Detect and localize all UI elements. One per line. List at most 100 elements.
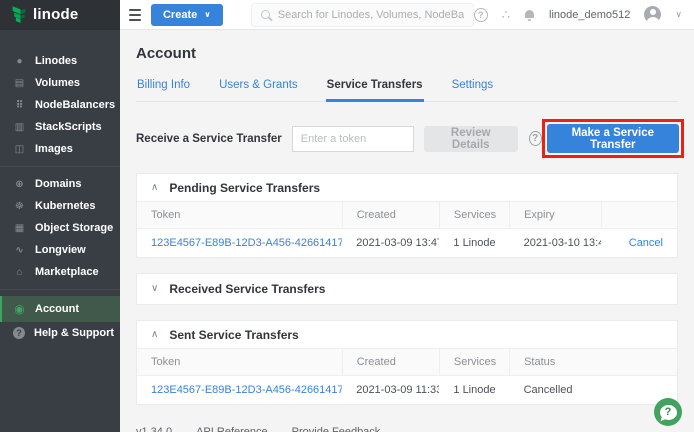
sidebar-item-marketplace[interactable]: ⌂ Marketplace bbox=[0, 261, 120, 283]
nodebalancers-icon: ⠿ bbox=[13, 100, 26, 111]
tab-service-transfers[interactable]: Service Transfers bbox=[326, 71, 424, 102]
sidebar-item-object-storage[interactable]: ▦ Object Storage bbox=[0, 217, 120, 239]
sidebar-item-domains[interactable]: ⊕ Domains bbox=[0, 173, 120, 195]
sidebar-item-linodes[interactable]: ● Linodes bbox=[0, 50, 120, 72]
sidebar-item-label: Marketplace bbox=[35, 266, 99, 278]
created-cell: 2021-03-09 13:47 bbox=[342, 229, 439, 258]
chevron-down-icon: ∨ bbox=[204, 11, 211, 19]
stackscripts-icon: ▥ bbox=[13, 122, 26, 133]
api-reference-link[interactable]: API Reference bbox=[196, 426, 268, 432]
search-input[interactable] bbox=[278, 9, 464, 21]
sidebar-item-stackscripts[interactable]: ▥ StackScripts bbox=[0, 116, 120, 138]
tab-billing-info[interactable]: Billing Info bbox=[136, 71, 191, 102]
sent-transfers-title: Sent Service Transfers bbox=[169, 328, 298, 342]
help-circle-icon: ? bbox=[13, 327, 25, 339]
chevron-down-icon[interactable]: ∨ bbox=[675, 9, 682, 20]
received-transfers-header[interactable]: ∨ Received Service Transfers bbox=[137, 274, 677, 304]
sent-transfers-header[interactable]: ∧ Sent Service Transfers bbox=[137, 321, 677, 348]
status-cell: Cancelled bbox=[510, 376, 677, 405]
services-cell: 1 Linode bbox=[439, 376, 509, 405]
pending-transfers-header[interactable]: ∧ Pending Service Transfers bbox=[137, 174, 677, 201]
sidebar: ● Linodes ▤ Volumes ⠿ NodeBalancers ▥ St… bbox=[0, 30, 120, 432]
tab-users-grants[interactable]: Users & Grants bbox=[218, 71, 299, 102]
community-icon[interactable]: ∴ bbox=[502, 8, 510, 21]
expand-chevron-icon: ∨ bbox=[151, 284, 158, 294]
column-header-token: Token bbox=[137, 349, 342, 376]
sidebar-item-label: NodeBalancers bbox=[35, 99, 115, 111]
review-details-button[interactable]: Review Details bbox=[424, 126, 518, 152]
sidebar-item-kubernetes[interactable]: ☸ Kubernetes bbox=[0, 195, 120, 217]
column-header-expiry: Expiry bbox=[510, 202, 602, 229]
help-tooltip-icon[interactable]: ? bbox=[529, 131, 542, 146]
help-bubble-icon: ? bbox=[660, 405, 677, 420]
column-header-status: Status bbox=[510, 349, 677, 376]
version-label: v1.34.0 bbox=[136, 426, 172, 432]
linodes-icon: ● bbox=[13, 56, 26, 67]
receive-transfer-label: Receive a Service Transfer bbox=[136, 133, 282, 145]
kubernetes-icon: ☸ bbox=[13, 201, 26, 212]
provide-feedback-link[interactable]: Provide Feedback bbox=[292, 426, 381, 432]
received-transfers-panel: ∨ Received Service Transfers bbox=[136, 273, 678, 305]
receive-transfer-row: Receive a Service Transfer Review Detail… bbox=[136, 119, 678, 158]
create-button-label: Create bbox=[163, 9, 197, 21]
column-header-created: Created bbox=[342, 202, 439, 229]
username-label[interactable]: linode_demo512 bbox=[549, 9, 630, 21]
make-service-transfer-button[interactable]: Make a Service Transfer bbox=[547, 124, 679, 153]
tab-settings[interactable]: Settings bbox=[451, 71, 495, 102]
sidebar-item-images[interactable]: ◫ Images bbox=[0, 138, 120, 160]
annotation-highlight-box: Make a Service Transfer bbox=[542, 119, 684, 158]
object-storage-icon: ▦ bbox=[13, 223, 26, 234]
collapse-chevron-icon: ∧ bbox=[151, 330, 158, 340]
sent-transfers-table: Token Created Services Status 123E4567-E… bbox=[137, 348, 677, 404]
column-header-services: Services bbox=[439, 349, 509, 376]
column-header-action bbox=[601, 202, 677, 229]
column-header-services: Services bbox=[439, 202, 509, 229]
sidebar-item-label: Account bbox=[35, 303, 79, 315]
help-fab-button[interactable]: ? bbox=[654, 398, 682, 426]
page-title: Account bbox=[136, 45, 678, 62]
sidebar-item-label: Domains bbox=[35, 178, 81, 190]
logo-text: linode bbox=[33, 6, 78, 23]
avatar[interactable] bbox=[644, 6, 661, 23]
notifications-bell-icon[interactable] bbox=[524, 10, 535, 20]
column-header-token: Token bbox=[137, 202, 342, 229]
received-transfers-title: Received Service Transfers bbox=[169, 282, 325, 296]
pending-transfers-title: Pending Service Transfers bbox=[169, 181, 320, 195]
main-content: Account Billing Info Users & Grants Serv… bbox=[120, 30, 694, 432]
token-input[interactable] bbox=[292, 126, 414, 152]
collapse-chevron-icon: ∧ bbox=[151, 183, 158, 193]
longview-icon: ∿ bbox=[13, 245, 26, 256]
footer: v1.34.0 API Reference Provide Feedback bbox=[136, 426, 678, 432]
sidebar-item-help-support[interactable]: ? Help & Support bbox=[0, 322, 120, 344]
create-button[interactable]: Create ∨ bbox=[151, 4, 223, 26]
marketplace-icon: ⌂ bbox=[13, 267, 26, 278]
sidebar-item-label: Images bbox=[35, 143, 73, 155]
sidebar-item-longview[interactable]: ∿ Longview bbox=[0, 239, 120, 261]
table-row: 123E4567-E89B-12D3-A456-426614174001 202… bbox=[137, 376, 677, 405]
sidebar-item-label: Help & Support bbox=[34, 327, 114, 339]
account-icon: ◉ bbox=[13, 302, 26, 316]
created-cell: 2021-03-09 11:33 bbox=[342, 376, 439, 405]
sidebar-item-label: Volumes bbox=[35, 77, 80, 89]
sidebar-item-label: Kubernetes bbox=[35, 200, 96, 212]
help-icon[interactable]: ? bbox=[474, 8, 488, 22]
sidebar-item-account[interactable]: ◉ Account bbox=[0, 296, 120, 322]
linode-logo[interactable]: linode bbox=[0, 0, 120, 30]
token-link[interactable]: 123E4567-E89B-12D3-A456-426614174001 bbox=[151, 384, 342, 396]
images-icon: ◫ bbox=[13, 144, 26, 155]
hamburger-menu-icon[interactable] bbox=[129, 9, 141, 21]
token-link[interactable]: 123E4567-E89B-12D3-A456-426614174000 bbox=[151, 237, 342, 249]
cancel-link[interactable]: Cancel bbox=[629, 237, 663, 249]
expiry-cell: 2021-03-10 13:47 bbox=[510, 229, 602, 258]
sidebar-item-label: Object Storage bbox=[35, 222, 113, 234]
linode-logo-icon bbox=[11, 6, 27, 24]
sidebar-item-label: StackScripts bbox=[35, 121, 102, 133]
sidebar-item-volumes[interactable]: ▤ Volumes bbox=[0, 72, 120, 94]
search-bar[interactable] bbox=[251, 3, 474, 27]
pending-transfers-panel: ∧ Pending Service Transfers Token Create… bbox=[136, 173, 678, 258]
top-bar: linode Create ∨ ? ∴ linode_demo512 ∨ bbox=[0, 0, 694, 30]
sidebar-item-nodebalancers[interactable]: ⠿ NodeBalancers bbox=[0, 94, 120, 116]
domains-icon: ⊕ bbox=[13, 179, 26, 190]
volumes-icon: ▤ bbox=[13, 78, 26, 89]
search-icon bbox=[261, 10, 270, 19]
